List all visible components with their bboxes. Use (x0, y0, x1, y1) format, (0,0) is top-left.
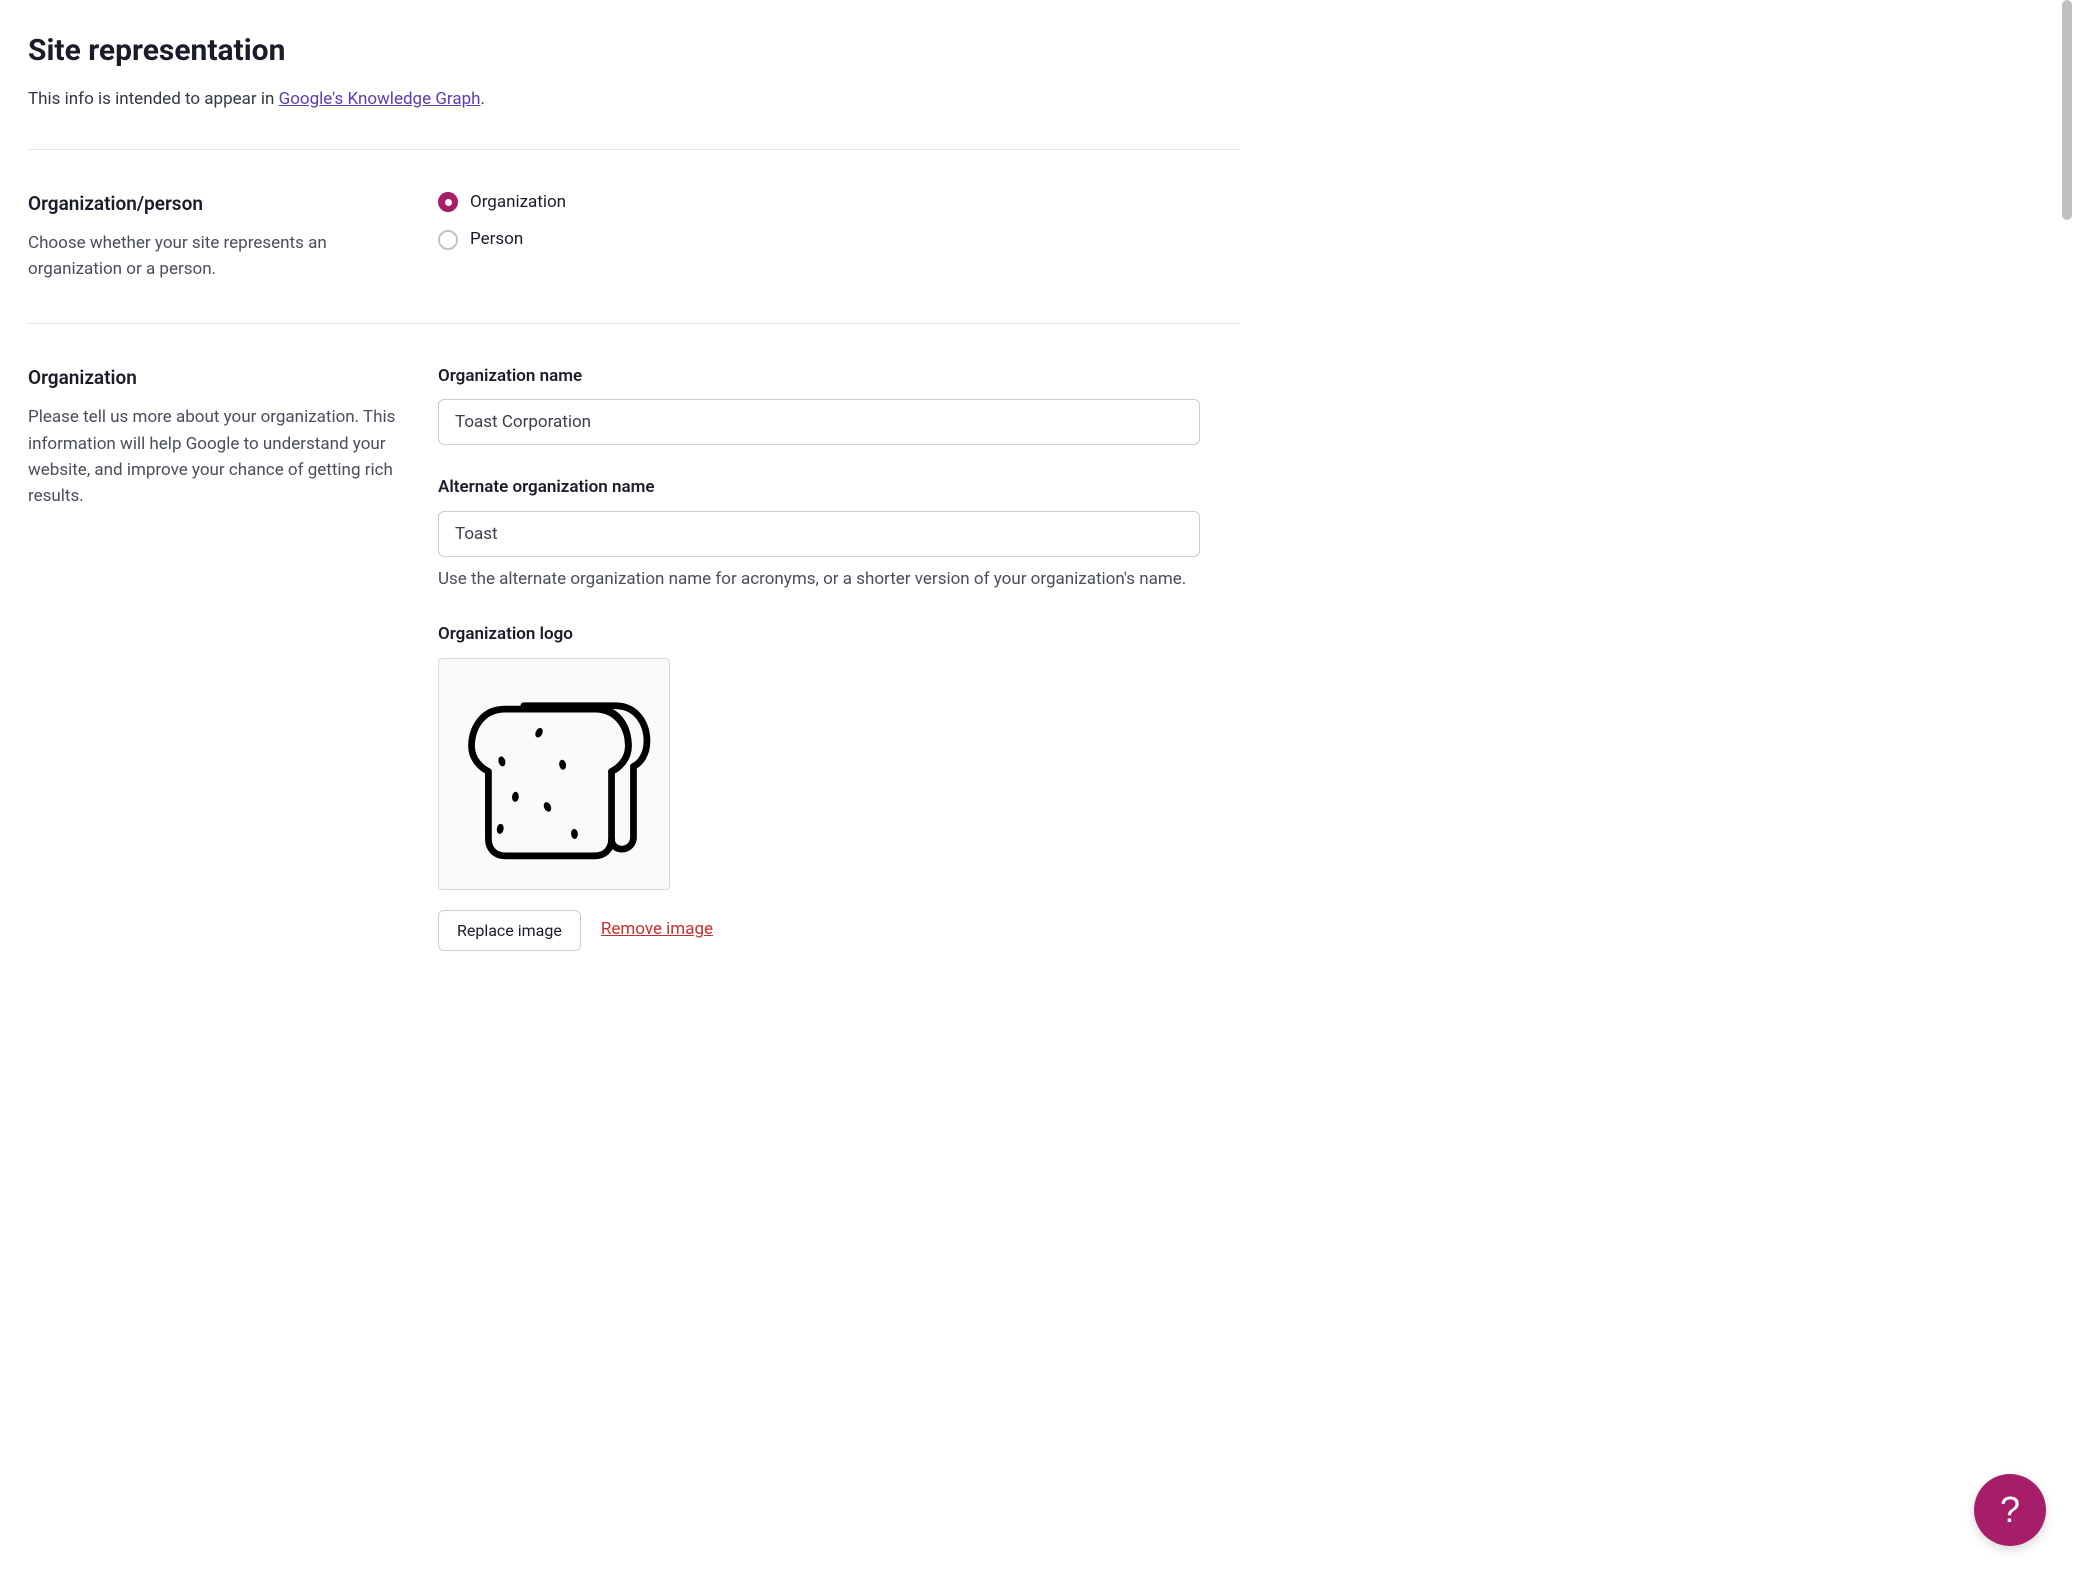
toast-icon (453, 672, 655, 874)
org-name-label: Organization name (438, 364, 1200, 390)
org-name-field: Organization name (438, 364, 1200, 446)
logo-preview (438, 658, 670, 890)
org-name-input[interactable] (438, 399, 1200, 445)
intro-suffix: . (480, 89, 484, 109)
header-section: Site representation This info is intende… (28, 28, 1240, 150)
radio-organization-label: Organization (470, 190, 566, 216)
scrollbar-thumb[interactable] (2062, 0, 2072, 220)
radio-unselected-icon (438, 230, 458, 250)
logo-label: Organization logo (438, 622, 1200, 648)
alt-name-input[interactable] (438, 511, 1200, 557)
org-person-right: Organization Person (438, 190, 1240, 283)
knowledge-graph-link[interactable]: Google's Knowledge Graph (279, 89, 481, 109)
intro-text: This info is intended to appear in Googl… (28, 87, 1240, 113)
organization-section: Organization Please tell us more about y… (28, 324, 1240, 1021)
organization-heading: Organization (28, 364, 408, 393)
image-actions: Replace image Remove image (438, 910, 1200, 951)
org-person-section: Organization/person Choose whether your … (28, 150, 1240, 324)
help-fab-button[interactable]: ? (1974, 1474, 2046, 1546)
replace-image-button[interactable]: Replace image (438, 910, 581, 951)
organization-right: Organization name Alternate organization… (438, 364, 1240, 981)
logo-field: Organization logo (438, 622, 1200, 951)
org-person-description: Choose whether your site represents an o… (28, 230, 408, 283)
page-title: Site representation (28, 28, 1240, 73)
organization-left: Organization Please tell us more about y… (28, 364, 438, 981)
remove-image-link[interactable]: Remove image (601, 917, 713, 943)
intro-prefix: This info is intended to appear in (28, 89, 279, 109)
organization-description: Please tell us more about your organizat… (28, 404, 408, 509)
org-person-heading: Organization/person (28, 190, 408, 219)
radio-person-label: Person (470, 227, 523, 253)
radio-organization[interactable]: Organization (438, 190, 1200, 216)
radio-selected-icon (438, 192, 458, 212)
help-icon: ? (2000, 1489, 2020, 1531)
alt-name-field: Alternate organization name Use the alte… (438, 475, 1200, 592)
org-person-left: Organization/person Choose whether your … (28, 190, 438, 283)
alt-name-help: Use the alternate organization name for … (438, 567, 1200, 593)
radio-person[interactable]: Person (438, 227, 1200, 253)
alt-name-label: Alternate organization name (438, 475, 1200, 501)
scrollbar (2059, 0, 2074, 1574)
